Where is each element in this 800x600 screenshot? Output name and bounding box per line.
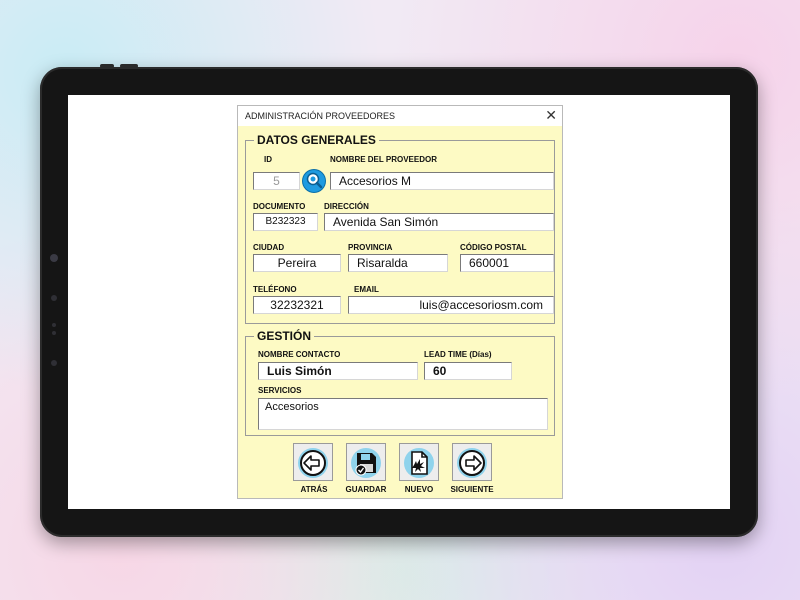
email-label: EMAIL	[354, 285, 379, 294]
lead-time-label: LEAD TIME (Días)	[424, 350, 492, 359]
proveedores-dialog: ADMINISTRACIÓN PROVEEDORES ✕ DATOS GENER…	[237, 105, 563, 499]
nuevo-label: NUEVO	[404, 485, 434, 494]
provincia-field[interactable]: Risaralda	[348, 254, 448, 272]
telefono-label: TELÉFONO	[253, 285, 297, 294]
tablet-screen: ADMINISTRACIÓN PROVEEDORES ✕ DATOS GENER…	[68, 95, 730, 509]
gestion-frame: GESTIÓN NOMBRE CONTACTO LEAD TIME (Días)…	[245, 329, 555, 436]
floppy-disk-icon	[351, 448, 381, 478]
direccion-label: DIRECCIÓN	[324, 202, 369, 211]
tablet-sensor	[52, 331, 56, 335]
tablet-device: ADMINISTRACIÓN PROVEEDORES ✕ DATOS GENER…	[40, 64, 758, 537]
atras-button[interactable]	[293, 443, 333, 481]
codigo-postal-field[interactable]: 660001	[460, 254, 554, 272]
close-icon[interactable]: ✕	[545, 107, 557, 123]
servicios-label: SERVICIOS	[258, 386, 302, 395]
new-document-icon	[404, 448, 434, 478]
telefono-field[interactable]: 32232321	[253, 296, 341, 314]
datos-generales-frame: DATOS GENERALES ID NOMBRE DEL PROVEEDOR …	[245, 133, 555, 324]
id-label: ID	[264, 155, 272, 164]
siguiente-button[interactable]	[452, 443, 492, 481]
dialog-title: ADMINISTRACIÓN PROVEEDORES	[245, 111, 396, 121]
tablet-sensor	[52, 323, 56, 327]
nombre-contacto-label: NOMBRE CONTACTO	[258, 350, 341, 359]
email-field[interactable]: luis@accesoriosm.com	[348, 296, 554, 314]
datos-generales-legend: DATOS GENERALES	[254, 133, 379, 147]
nombre-proveedor-field[interactable]: Accesorios M	[330, 172, 554, 190]
ciudad-field[interactable]: Pereira	[253, 254, 341, 272]
documento-label: DOCUMENTO	[253, 202, 306, 211]
documento-field[interactable]: B232323	[253, 213, 318, 231]
nuevo-button[interactable]	[399, 443, 439, 481]
arrow-right-icon	[457, 448, 487, 478]
tablet-hardware-button	[100, 64, 114, 68]
ciudad-label: CIUDAD	[253, 243, 285, 252]
tablet-sensor	[51, 360, 57, 366]
guardar-label: GUARDAR	[345, 485, 387, 494]
guardar-button[interactable]	[346, 443, 386, 481]
siguiente-label: SIGUIENTE	[450, 485, 494, 494]
direccion-field[interactable]: Avenida San Simón	[324, 213, 554, 231]
search-button[interactable]	[303, 170, 325, 192]
search-icon	[306, 172, 323, 189]
atras-label: ATRÁS	[300, 485, 328, 494]
tablet-camera	[50, 254, 58, 262]
dialog-titlebar: ADMINISTRACIÓN PROVEEDORES ✕	[238, 106, 562, 126]
id-field[interactable]: 5	[253, 172, 300, 190]
nombre-proveedor-label: NOMBRE DEL PROVEEDOR	[330, 155, 437, 164]
tablet-hardware-button	[120, 64, 138, 68]
lead-time-field[interactable]: 60	[424, 362, 512, 380]
gestion-legend: GESTIÓN	[254, 329, 315, 343]
arrow-left-icon	[298, 448, 328, 478]
codigo-postal-label: CÓDIGO POSTAL	[460, 243, 527, 252]
nombre-contacto-field[interactable]: Luis Simón	[258, 362, 418, 380]
provincia-label: PROVINCIA	[348, 243, 393, 252]
servicios-textarea[interactable]: Accesorios	[258, 398, 548, 430]
tablet-sensor	[51, 295, 57, 301]
